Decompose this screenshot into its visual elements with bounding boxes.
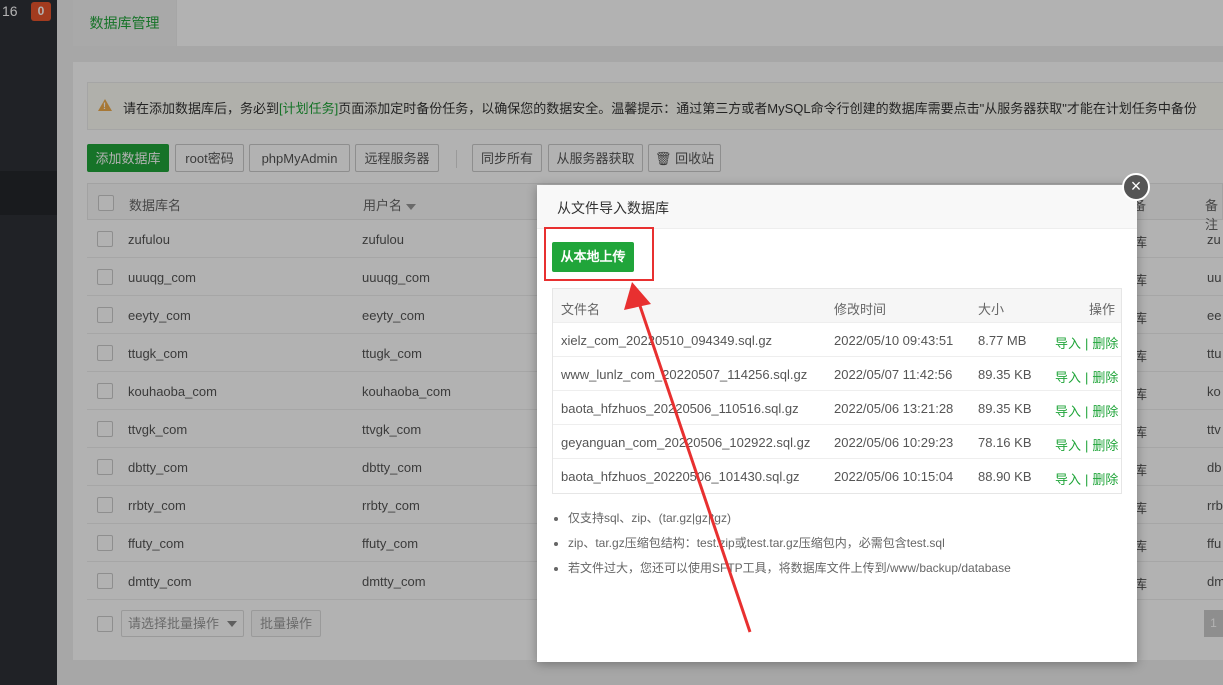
arrow-head — [624, 282, 651, 310]
arrow-shaft — [636, 299, 752, 633]
annotation-arrow — [624, 282, 752, 633]
